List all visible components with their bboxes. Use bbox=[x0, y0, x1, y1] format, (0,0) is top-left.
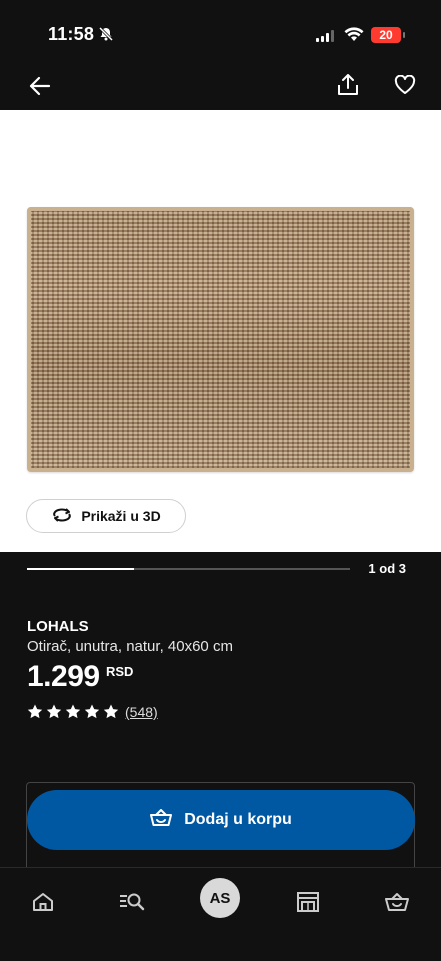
status-time: 11:58 bbox=[48, 24, 95, 44]
add-to-cart-button[interactable]: Dodaj u korpu bbox=[27, 790, 415, 850]
nav-cart-icon[interactable] bbox=[375, 882, 419, 922]
app-bar bbox=[0, 62, 441, 110]
battery-indicator: 20 bbox=[371, 27, 401, 43]
gallery-progress-bar bbox=[27, 568, 350, 570]
reviews-count-link[interactable]: (548) bbox=[125, 704, 158, 720]
star-icon bbox=[84, 704, 100, 724]
view-3d-label: Prikaži u 3D bbox=[81, 508, 161, 524]
bell-muted-icon bbox=[98, 26, 114, 47]
product-currency: RSD bbox=[106, 664, 134, 679]
product-description: Otirač, unutra, natur, 40x60 cm bbox=[27, 638, 233, 655]
add-to-cart-label: Dodaj u korpu bbox=[184, 811, 292, 828]
view-3d-button[interactable]: Prikaži u 3D bbox=[26, 499, 186, 533]
wifi-icon bbox=[344, 27, 364, 47]
gallery-pager: 1 od 3 bbox=[368, 561, 406, 576]
product-image-area[interactable]: Prikaži u 3D bbox=[0, 110, 441, 552]
rotate-3d-icon bbox=[51, 507, 73, 526]
status-bar: 11:58 20 bbox=[0, 0, 441, 62]
bottom-navigation: AS bbox=[0, 867, 441, 961]
avatar: AS bbox=[200, 878, 240, 918]
signal-icon bbox=[316, 29, 336, 47]
product-name: LOHALS bbox=[27, 618, 89, 635]
nav-search-icon[interactable] bbox=[110, 882, 154, 922]
heart-icon[interactable] bbox=[387, 67, 423, 103]
product-image-doormat bbox=[27, 207, 414, 472]
shopping-basket-icon bbox=[150, 808, 173, 832]
nav-profile-avatar[interactable]: AS bbox=[198, 878, 242, 918]
rating-stars bbox=[27, 704, 119, 724]
battery-tip bbox=[403, 32, 405, 38]
product-price: 1.299 bbox=[27, 660, 100, 693]
back-arrow-icon[interactable] bbox=[22, 68, 58, 104]
gallery-progress-fill bbox=[27, 568, 134, 570]
star-icon bbox=[27, 704, 43, 724]
nav-home-icon[interactable] bbox=[21, 882, 65, 922]
star-icon bbox=[103, 704, 119, 724]
star-icon bbox=[65, 704, 81, 724]
share-icon[interactable] bbox=[330, 67, 366, 103]
nav-store-icon[interactable] bbox=[286, 882, 330, 922]
star-icon bbox=[46, 704, 62, 724]
